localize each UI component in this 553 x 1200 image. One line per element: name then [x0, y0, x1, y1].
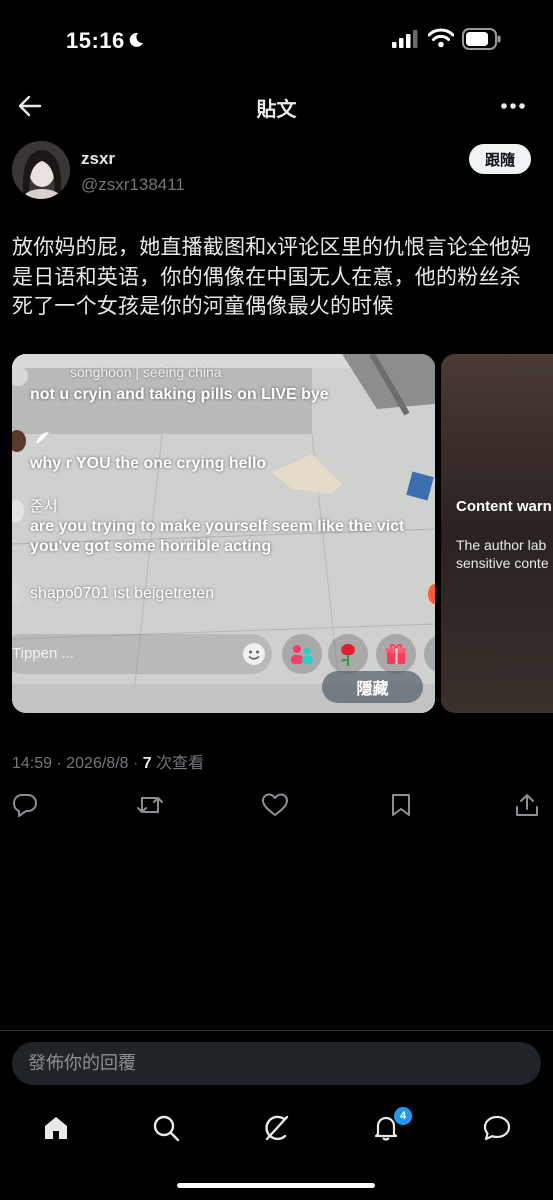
post-media-sensitive[interactable]: Content warn The author lab sensitive co…	[441, 354, 553, 713]
reply-icon	[13, 794, 37, 817]
author-display-name[interactable]: zsxr	[81, 149, 115, 169]
avatar[interactable]	[12, 141, 70, 199]
blurred-background	[441, 354, 553, 713]
more-options-button[interactable]	[496, 92, 530, 120]
comment-text: you've got some horrible acting	[30, 538, 272, 555]
moon-icon	[129, 32, 143, 47]
heart-icon	[262, 793, 288, 816]
share-icon	[516, 794, 538, 816]
post-media-image[interactable]: songhoon | seeing china not u cryin and …	[12, 354, 435, 713]
follow-button[interactable]: 跟隨	[469, 144, 531, 174]
post-actions	[0, 788, 553, 822]
status-time: 15:16	[66, 28, 125, 53]
post-text: 放你妈的屁，她直播截图和x评论区里的仇恨言论全他妈是日语和英语，你的偶像在中国无…	[12, 236, 532, 318]
wifi-icon	[428, 28, 454, 48]
notifications-badge: 4	[393, 1106, 413, 1126]
comment-user: 준서	[30, 498, 58, 515]
bottom-tab-bar	[0, 1100, 553, 1154]
hide-media-button[interactable]: 隱藏	[322, 671, 423, 703]
avatar-photo	[12, 141, 70, 199]
rose-icon[interactable]	[328, 634, 368, 674]
tab-grok[interactable]	[258, 1110, 294, 1146]
more-horizontal-icon	[501, 103, 525, 109]
tab-home[interactable]	[38, 1110, 74, 1146]
home-indicator	[177, 1183, 375, 1188]
gift-glyph	[386, 644, 406, 664]
users-icon[interactable]	[282, 634, 322, 674]
grok-icon	[265, 1115, 289, 1141]
home-icon	[45, 1117, 67, 1139]
post-timestamp[interactable]: 14:59 · 2026/8/8 ·	[12, 755, 143, 772]
tab-messages[interactable]	[479, 1110, 515, 1146]
like-button[interactable]	[258, 788, 292, 822]
page-title: 貼文	[256, 99, 297, 121]
comment-text: why r YOU the one crying hello	[30, 455, 267, 472]
floating-indicator	[428, 584, 435, 604]
bookmark-button[interactable]	[384, 788, 418, 822]
gift-icon[interactable]	[376, 634, 416, 674]
share-button[interactable]	[510, 788, 544, 822]
author-handle[interactable]: @zsxr138411	[81, 175, 185, 195]
reply-composer[interactable]	[12, 1042, 541, 1085]
views-count: 7	[142, 755, 152, 772]
battery-icon	[462, 28, 501, 50]
content-warning-body: sensitive conte	[456, 555, 549, 571]
tab-search[interactable]	[148, 1110, 184, 1146]
signal-icon	[392, 30, 418, 48]
reply-input[interactable]	[12, 1052, 530, 1075]
join-notice: shapo0701 ist beigetreten	[30, 585, 215, 602]
rose-glyph	[341, 644, 355, 666]
live-comment-placeholder: Tippen ...	[12, 645, 74, 662]
chat-icon	[483, 1115, 511, 1141]
comment-text: not u cryin and taking pills on LIVE bye	[30, 386, 329, 403]
search-icon	[153, 1115, 180, 1142]
repost-button[interactable]	[133, 788, 167, 822]
content-warning-title: Content warn	[456, 498, 552, 515]
bookmark-icon	[392, 794, 410, 816]
content-warning-body: The author lab	[456, 537, 547, 553]
post-meta: 14:59 · 2026/8/8 · 7 次查看	[12, 749, 204, 773]
emoji-icon[interactable]	[242, 642, 266, 666]
views-label: 次查看	[151, 755, 205, 772]
comment-text: are you trying to make yourself seem lik…	[30, 518, 405, 535]
repost-icon	[137, 797, 163, 813]
divider	[0, 1030, 553, 1031]
comment-user: songhoon | seeing china	[70, 364, 222, 380]
live-comment-input[interactable]: Tippen ...	[12, 634, 272, 674]
wing-icon	[36, 432, 49, 444]
reply-button[interactable]	[8, 788, 42, 822]
users-glyph	[291, 645, 313, 664]
